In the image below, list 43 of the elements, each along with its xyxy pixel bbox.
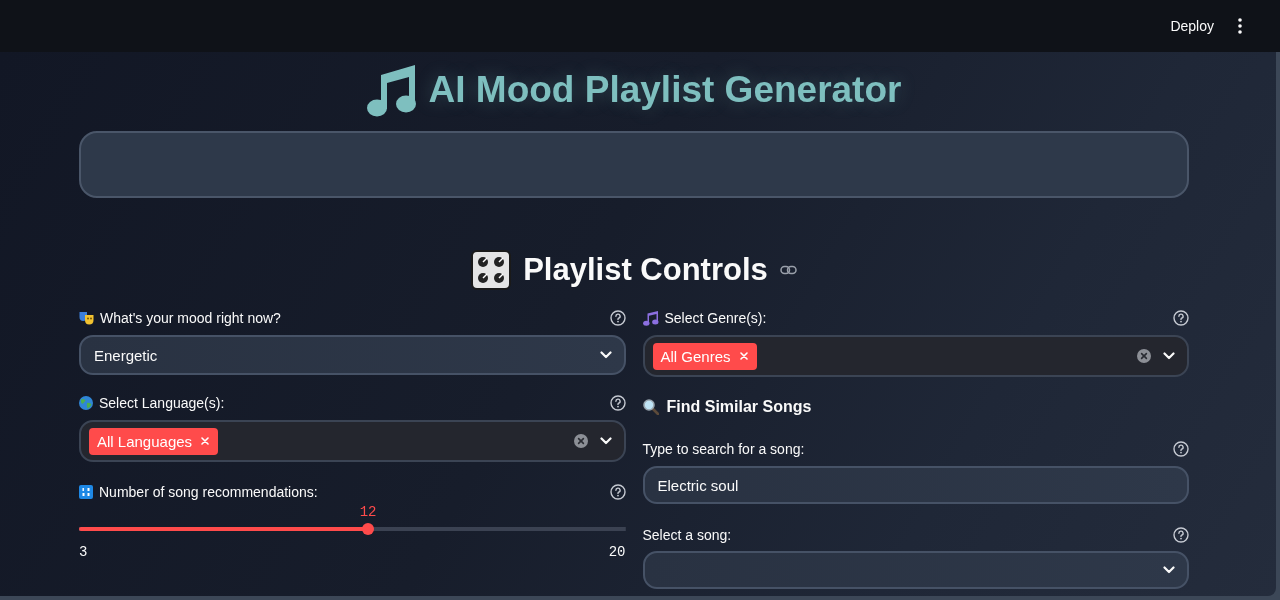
help-icon[interactable]	[609, 310, 626, 326]
slider-thumb[interactable]	[362, 523, 375, 535]
slider-max: 20	[608, 544, 626, 560]
field-label: What's your mood right now?	[100, 310, 281, 326]
remove-icon[interactable]	[201, 437, 210, 445]
control-knobs-icon	[471, 250, 512, 290]
music-note-icon	[366, 63, 417, 117]
help-icon[interactable]	[1173, 310, 1189, 326]
help-icon[interactable]	[609, 484, 626, 500]
selected-tag[interactable]: All Languages	[89, 427, 219, 455]
field-label: Select a song:	[642, 527, 732, 543]
language-multiselect[interactable]: All Languages	[79, 420, 626, 462]
number-keypad-icon	[79, 485, 93, 499]
slider-value: 12	[359, 504, 377, 520]
help-icon[interactable]	[609, 395, 626, 411]
field-label: Select Language(s):	[99, 395, 225, 411]
help-icon[interactable]	[1173, 527, 1189, 543]
chevron-down-icon	[599, 351, 612, 359]
genre-multiselect[interactable]: All Genres	[642, 335, 1189, 377]
globe-icon	[79, 396, 93, 410]
link-icon[interactable]	[779, 265, 797, 275]
theater-masks-icon	[79, 311, 94, 325]
help-icon[interactable]	[1173, 441, 1189, 457]
subheading: Find Similar Songs	[666, 398, 812, 416]
magnifier-icon	[642, 399, 659, 415]
slider-min: 3	[79, 544, 88, 560]
music-note-icon	[642, 310, 659, 326]
section-heading: Playlist Controls	[523, 251, 768, 289]
chevron-down-icon	[1163, 352, 1175, 360]
chevron-down-icon	[599, 437, 612, 445]
field-label: Select Genre(s):	[664, 310, 767, 326]
deploy-button[interactable]: Deploy	[1162, 12, 1222, 40]
clear-icon[interactable]	[1137, 349, 1151, 363]
field-label: Type to search for a song:	[642, 441, 805, 457]
selected-tag[interactable]: All Genres	[652, 342, 757, 370]
page-title: AI Mood Playlist Generator	[428, 68, 902, 112]
mood-select[interactable]: Energetic	[79, 335, 626, 375]
clear-icon[interactable]	[573, 434, 588, 448]
more-menu-icon	[1238, 18, 1242, 34]
remove-icon[interactable]	[739, 352, 748, 360]
field-label: Number of song recommendations:	[99, 484, 318, 500]
song-search-input[interactable]: Electric soul	[642, 466, 1189, 504]
chevron-down-icon	[1163, 566, 1175, 574]
